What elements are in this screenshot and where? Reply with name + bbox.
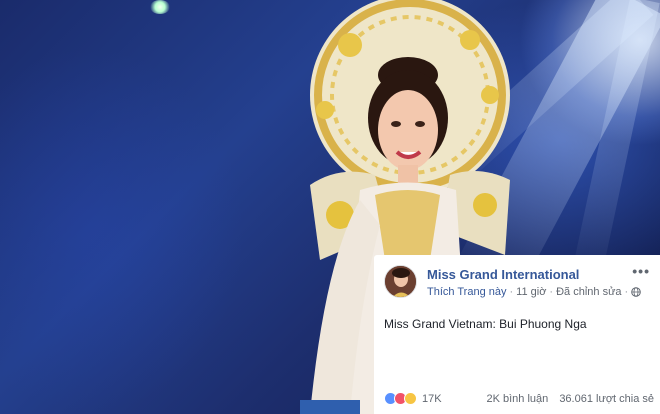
post-text: Miss Grand Vietnam: Bui Phuong Nga bbox=[384, 317, 587, 331]
reactions-summary[interactable]: 17K bbox=[384, 392, 442, 405]
wow-reaction-icon bbox=[404, 392, 417, 405]
post-header: Miss Grand International ••• Thích Trang… bbox=[384, 263, 654, 301]
engagement-counts: 2K bình luận 36.061 lượt chia sẻ bbox=[486, 393, 654, 405]
more-options-icon[interactable]: ••• bbox=[632, 263, 650, 279]
post-timestamp[interactable]: 11 giờ bbox=[516, 286, 546, 298]
page-avatar[interactable] bbox=[384, 265, 417, 298]
stage-light bbox=[150, 0, 170, 14]
post-meta: Thích Trang này · 11 giờ · Đã chỉnh sửa … bbox=[427, 286, 642, 298]
post-footer: 17K 2K bình luận 36.061 lượt chia sẻ bbox=[384, 392, 654, 408]
facebook-post-card: Miss Grand International ••• Thích Trang… bbox=[374, 255, 660, 414]
reaction-count[interactable]: 17K bbox=[422, 393, 442, 405]
separator-dot: · bbox=[624, 286, 629, 298]
separator-dot: · bbox=[549, 286, 554, 298]
edited-label[interactable]: Đã chỉnh sửa bbox=[556, 286, 621, 298]
separator-dot: · bbox=[509, 286, 514, 298]
comment-count[interactable]: 2K bình luận bbox=[486, 393, 548, 405]
page-name-link[interactable]: Miss Grand International bbox=[427, 267, 579, 282]
avatar-image bbox=[385, 266, 416, 297]
globe-icon[interactable] bbox=[631, 287, 642, 297]
share-count[interactable]: 36.061 lượt chia sẻ bbox=[559, 393, 654, 405]
like-page-link[interactable]: Thích Trang này bbox=[427, 286, 507, 298]
